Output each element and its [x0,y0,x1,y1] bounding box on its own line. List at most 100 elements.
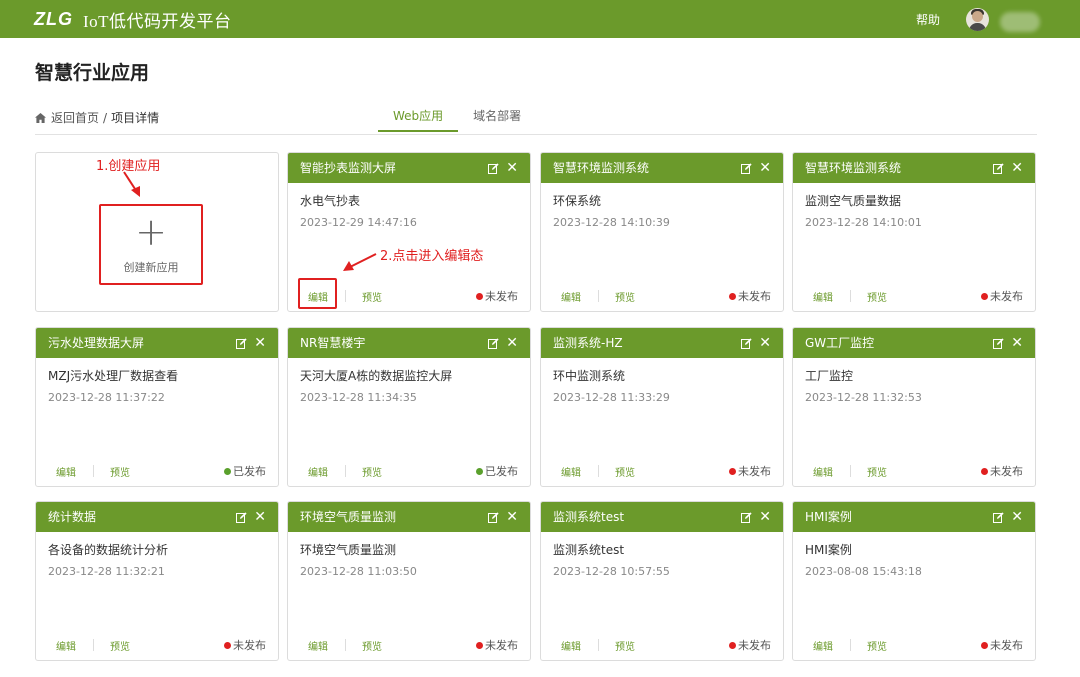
app-card-footer: 编辑 预览 未发布 [541,632,783,660]
edit-icon[interactable] [741,511,752,523]
edit-icon[interactable] [993,511,1004,523]
status-dot [224,467,231,475]
tab-web-app[interactable]: Web应用 [378,101,459,132]
close-icon[interactable]: ✕ [1011,502,1023,532]
app-card-header: NR智慧楼宇 ✕ [288,328,530,358]
preview-button[interactable]: 预览 [867,638,887,653]
brand-logo[interactable]: ZLG [34,9,73,30]
edit-button[interactable]: 编辑 [56,638,76,653]
preview-button[interactable]: 预览 [615,638,635,653]
footer-divider [93,465,94,477]
edit-button[interactable]: 编辑 [813,638,833,653]
edit-icon[interactable] [236,337,247,349]
create-app-button[interactable]: + 创建新应用 [99,204,203,285]
edit-icon[interactable] [741,337,752,349]
close-icon[interactable]: ✕ [506,502,518,532]
edit-icon[interactable] [236,511,247,523]
edit-button[interactable]: 编辑 [561,638,581,653]
app-card: 智慧环境监测系统 ✕ 环保系统 2023-12-28 14:10:39 编辑 预… [540,152,784,312]
edit-icon[interactable] [488,511,499,523]
edit-button[interactable]: 编辑 [308,464,328,479]
app-card: 污水处理数据大屏 ✕ MZJ污水处理厂数据查看 2023-12-28 11:37… [35,327,279,487]
edit-icon[interactable] [488,162,499,174]
app-card-date: 2023-12-29 14:47:16 [300,216,417,229]
close-icon[interactable]: ✕ [254,328,266,358]
app-card-title: 环境空气质量监测 [300,510,397,524]
app-card-header: 污水处理数据大屏 ✕ [36,328,278,358]
status-text: 未发布 [990,639,1023,652]
app-card: 监测系统-HZ ✕ 环中监测系统 2023-12-28 11:33:29 编辑 … [540,327,784,487]
help-link[interactable]: 帮助 [916,11,940,28]
app-card-name: 水电气抄表 [300,194,361,208]
close-icon[interactable]: ✕ [759,153,771,183]
app-card-title: GW工厂监控 [805,336,875,350]
app-card-footer: 编辑 预览 已发布 [36,458,278,486]
app-card-title: 智慧环境监测系统 [805,161,902,175]
edit-button[interactable]: 编辑 [813,464,833,479]
app-card-footer: 编辑 预览 未发布 [541,458,783,486]
annotation-arrow-2 [343,253,377,271]
annotation-step2: 2.点击进入编辑态 [380,249,484,264]
edit-icon[interactable] [993,337,1004,349]
preview-button[interactable]: 预览 [110,638,130,653]
edit-button[interactable]: 编辑 [561,289,581,304]
preview-button[interactable]: 预览 [110,464,130,479]
create-app-card: + 创建新应用 [35,152,279,312]
preview-button[interactable]: 预览 [362,289,382,304]
app-card-date: 2023-12-28 10:57:55 [553,565,670,578]
page-title: 智慧行业应用 [35,62,150,84]
preview-button[interactable]: 预览 [362,464,382,479]
preview-button[interactable]: 预览 [867,289,887,304]
close-icon[interactable]: ✕ [254,502,266,532]
status-dot [729,641,736,649]
app-card-name: 天河大厦A栋的数据监控大屏 [300,369,453,383]
edit-icon[interactable] [741,162,752,174]
breadcrumb: 返回首页 / 项目详情 [35,109,159,126]
status-text: 已发布 [233,465,266,478]
app-card-header: 环境空气质量监测 ✕ [288,502,530,532]
breadcrumb-back-link[interactable]: 返回首页 [51,109,99,126]
edit-icon[interactable] [993,162,1004,174]
app-card-date: 2023-12-28 11:03:50 [300,565,417,578]
status-dot [981,292,988,300]
edit-icon[interactable] [488,337,499,349]
app-card-name: 环境空气质量监测 [300,543,397,557]
username-blurred[interactable] [1000,12,1040,32]
app-card: GW工厂监控 ✕ 工厂监控 2023-12-28 11:32:53 编辑 预览 … [792,327,1036,487]
user-avatar[interactable] [966,8,989,31]
close-icon[interactable]: ✕ [1011,328,1023,358]
create-app-label: 创建新应用 [123,260,179,274]
edit-button[interactable]: 编辑 [561,464,581,479]
app-card-footer: 编辑 预览 未发布 [36,632,278,660]
footer-divider [345,639,346,651]
app-card-header: 智慧环境监测系统 ✕ [541,153,783,183]
close-icon[interactable]: ✕ [506,153,518,183]
status-badge: 未发布 [729,288,771,304]
close-icon[interactable]: ✕ [506,328,518,358]
plus-icon: + [135,209,167,254]
app-card-title: 监测系统test [553,510,625,524]
edit-button[interactable]: 编辑 [56,464,76,479]
app-card-name: 工厂监控 [805,369,854,383]
close-icon[interactable]: ✕ [759,328,771,358]
footer-divider [598,639,599,651]
app-card-date: 2023-12-28 11:34:35 [300,391,417,404]
tab-domain-deploy[interactable]: 域名部署 [458,101,536,132]
status-dot [981,467,988,475]
status-text: 未发布 [738,465,771,478]
preview-button[interactable]: 预览 [362,638,382,653]
preview-button[interactable]: 预览 [615,464,635,479]
close-icon[interactable]: ✕ [759,502,771,532]
top-navbar: ZLG IoT低代码开发平台 帮助 [0,0,1080,38]
app-card-name: 环中监测系统 [553,369,626,383]
status-text: 已发布 [485,465,518,478]
footer-divider [850,639,851,651]
edit-button[interactable]: 编辑 [308,638,328,653]
edit-button[interactable]: 编辑 [813,289,833,304]
app-card-title: 统计数据 [48,510,97,524]
preview-button[interactable]: 预览 [615,289,635,304]
status-badge: 未发布 [729,463,771,479]
status-text: 未发布 [990,290,1023,303]
close-icon[interactable]: ✕ [1011,153,1023,183]
preview-button[interactable]: 预览 [867,464,887,479]
